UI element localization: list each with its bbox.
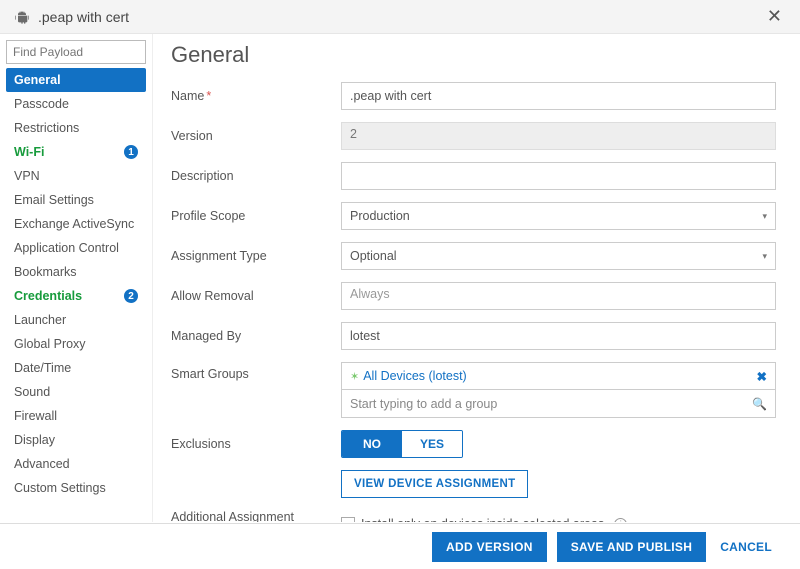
sidebar-item-label: Application Control <box>14 241 119 255</box>
sidebar-item-vpn[interactable]: VPN <box>6 164 146 188</box>
sidebar-item-label: Wi-Fi <box>14 145 44 159</box>
sidebar-item-label: Restrictions <box>14 121 79 135</box>
sidebar-item-label: Firewall <box>14 409 57 423</box>
modal-title: .peap with cert <box>38 9 763 25</box>
modal-footer: ADD VERSION SAVE AND PUBLISH CANCEL <box>0 523 800 569</box>
smart-group-chip: ✶ All Devices (lotest) ✖ <box>341 362 776 390</box>
row-name: Name* <box>171 82 776 110</box>
checkbox-label: Install only on devices inside selected … <box>361 517 604 522</box>
cancel-button[interactable]: CANCEL <box>716 540 776 554</box>
modal-body: General Passcode Restrictions Wi-Fi 1 VPN… <box>0 34 800 522</box>
info-icon[interactable]: i <box>614 518 627 523</box>
sidebar-item-application-control[interactable]: Application Control <box>6 236 146 260</box>
label-exclusions: Exclusions <box>171 437 341 451</box>
search-placeholder: Start typing to add a group <box>350 397 497 411</box>
profile-scope-select[interactable]: Production ▾ <box>341 202 776 230</box>
label-assignment-type: Assignment Type <box>171 249 341 263</box>
chevron-down-icon: ▾ <box>762 251 767 262</box>
install-areas-checkbox[interactable] <box>341 517 355 522</box>
search-icon: 🔍 <box>752 397 767 411</box>
row-additional-criteria: Additional Assignment Criteria Install o… <box>171 510 776 522</box>
sidebar-item-advanced[interactable]: Advanced <box>6 452 146 476</box>
assignment-type-select[interactable]: Optional ▾ <box>341 242 776 270</box>
label-description: Description <box>171 169 341 183</box>
label-additional-criteria: Additional Assignment Criteria <box>171 510 341 522</box>
sidebar-item-global-proxy[interactable]: Global Proxy <box>6 332 146 356</box>
chip-label: All Devices (lotest) <box>363 369 467 383</box>
sidebar-item-firewall[interactable]: Firewall <box>6 404 146 428</box>
sidebar-item-passcode[interactable]: Passcode <box>6 92 146 116</box>
sidebar-item-email-settings[interactable]: Email Settings <box>6 188 146 212</box>
exclusions-toggle: NO YES <box>341 430 463 458</box>
sidebar-item-label: Advanced <box>14 457 70 471</box>
close-icon[interactable]: ✕ <box>763 6 786 27</box>
sidebar-item-bookmarks[interactable]: Bookmarks <box>6 260 146 284</box>
sidebar-item-custom-settings[interactable]: Custom Settings <box>6 476 146 500</box>
row-version: Version 2 <box>171 122 776 150</box>
sidebar: General Passcode Restrictions Wi-Fi 1 VPN… <box>0 34 152 522</box>
label-name: Name* <box>171 89 341 103</box>
row-profile-scope: Profile Scope Production ▾ <box>171 202 776 230</box>
row-smart-groups: Smart Groups ✶ All Devices (lotest) ✖ Sta… <box>171 362 776 418</box>
sidebar-item-sound[interactable]: Sound <box>6 380 146 404</box>
sidebar-item-credentials[interactable]: Credentials 2 <box>6 284 146 308</box>
sidebar-item-exchange-activesync[interactable]: Exchange ActiveSync <box>6 212 146 236</box>
description-input[interactable] <box>341 162 776 190</box>
main-panel: General Name* Version 2 Description Prof… <box>152 34 800 522</box>
sidebar-item-general[interactable]: General <box>6 68 146 92</box>
row-exclusions: Exclusions NO YES <box>171 430 776 458</box>
row-managed-by: Managed By <box>171 322 776 350</box>
sidebar-item-label: Email Settings <box>14 193 94 207</box>
sidebar-item-wifi[interactable]: Wi-Fi 1 <box>6 140 146 164</box>
sidebar-item-label: Display <box>14 433 55 447</box>
chevron-down-icon: ▾ <box>762 211 767 222</box>
sidebar-item-label: Exchange ActiveSync <box>14 217 134 231</box>
sidebar-item-date-time[interactable]: Date/Time <box>6 356 146 380</box>
badge: 1 <box>124 145 138 159</box>
smart-group-search[interactable]: Start typing to add a group 🔍 <box>341 390 776 418</box>
search-input[interactable] <box>6 40 146 64</box>
version-value: 2 <box>341 122 776 150</box>
group-icon: ✶ <box>350 370 359 383</box>
sidebar-item-label: Launcher <box>14 313 66 327</box>
sidebar-item-display[interactable]: Display <box>6 428 146 452</box>
label-smart-groups: Smart Groups <box>171 362 341 381</box>
select-value: Optional <box>350 249 397 263</box>
row-allow-removal: Allow Removal Always <box>171 282 776 310</box>
managed-by-input[interactable] <box>341 322 776 350</box>
allow-removal-value: Always <box>341 282 776 310</box>
label-managed-by: Managed By <box>171 329 341 343</box>
remove-chip-icon[interactable]: ✖ <box>757 369 767 384</box>
exclusions-no-button[interactable]: NO <box>342 431 402 457</box>
add-version-button[interactable]: ADD VERSION <box>432 532 547 562</box>
modal-header: .peap with cert ✕ <box>0 0 800 34</box>
label-profile-scope: Profile Scope <box>171 209 341 223</box>
sidebar-item-label: VPN <box>14 169 40 183</box>
row-view-assignment: VIEW DEVICE ASSIGNMENT <box>171 470 776 498</box>
badge: 2 <box>124 289 138 303</box>
row-assignment-type: Assignment Type Optional ▾ <box>171 242 776 270</box>
sidebar-item-label: Sound <box>14 385 50 399</box>
sidebar-item-label: Bookmarks <box>14 265 77 279</box>
sidebar-item-restrictions[interactable]: Restrictions <box>6 116 146 140</box>
row-description: Description <box>171 162 776 190</box>
view-device-assignment-button[interactable]: VIEW DEVICE ASSIGNMENT <box>341 470 528 498</box>
sidebar-item-label: Date/Time <box>14 361 71 375</box>
select-value: Production <box>350 209 410 223</box>
section-title: General <box>171 42 776 68</box>
sidebar-item-launcher[interactable]: Launcher <box>6 308 146 332</box>
sidebar-item-label: Global Proxy <box>14 337 86 351</box>
sidebar-item-label: Credentials <box>14 289 82 303</box>
label-allow-removal: Allow Removal <box>171 289 341 303</box>
android-icon <box>14 9 30 25</box>
save-and-publish-button[interactable]: SAVE AND PUBLISH <box>557 532 706 562</box>
label-version: Version <box>171 129 341 143</box>
name-input[interactable] <box>341 82 776 110</box>
sidebar-item-label: General <box>14 73 61 87</box>
sidebar-item-label: Custom Settings <box>14 481 106 495</box>
sidebar-item-label: Passcode <box>14 97 69 111</box>
exclusions-yes-button[interactable]: YES <box>402 431 462 457</box>
